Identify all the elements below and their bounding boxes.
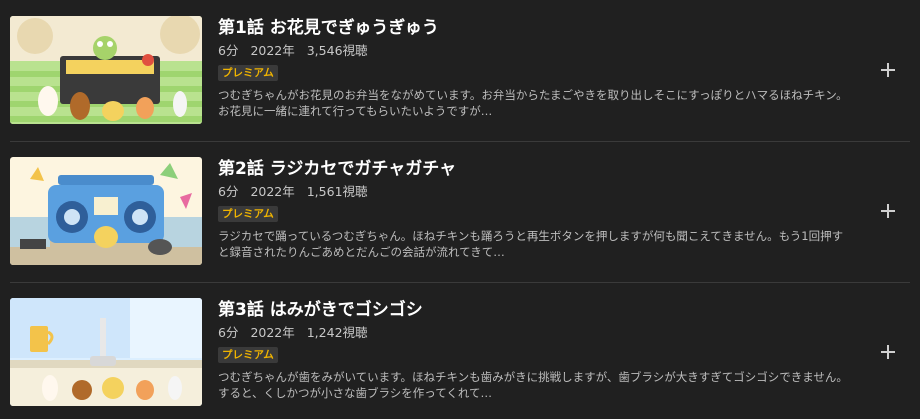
episode-description: ラジカセで踊っているつむぎちゃん。ほねチキンも踊ろうと再生ボタンを押しますが何も… <box>218 229 844 259</box>
episode-info: 第3話 はみがきでゴシゴシ 6分 2022年 1,242視聴 プレミアム つむぎ… <box>218 298 858 401</box>
divider <box>10 282 910 283</box>
premium-badge: プレミアム <box>218 347 278 363</box>
episode-meta: 6分 2022年 3,546視聴 <box>218 43 858 59</box>
plus-icon[interactable] <box>878 342 898 362</box>
thumbnail-image <box>10 298 202 406</box>
episode-description: つむぎちゃんが歯をみがいています。ほねチキンも歯みがきに挑戦しますが、歯ブラシが… <box>218 370 848 400</box>
premium-badge: プレミアム <box>218 65 278 81</box>
episode-description: つむぎちゃんがお花見のお弁当をながめています。お弁当からたまごやきを取り出しそこ… <box>218 88 848 118</box>
episode-title[interactable]: 第3話 はみがきでゴシゴシ <box>218 298 858 322</box>
episode-title[interactable]: 第1話 お花見でぎゅうぎゅう <box>218 16 858 40</box>
episode-views: 1,561視聴 <box>306 184 368 199</box>
thumbnail-image <box>10 16 202 124</box>
episode-year: 2022年 <box>250 325 295 340</box>
premium-badge: プレミアム <box>218 206 278 222</box>
thumbnail-image <box>10 157 202 265</box>
episode-year: 2022年 <box>250 184 295 199</box>
divider <box>10 141 910 142</box>
episode-meta: 6分 2022年 1,561視聴 <box>218 184 858 200</box>
episode-views: 1,242視聴 <box>306 325 368 340</box>
episode-thumbnail[interactable] <box>10 298 202 406</box>
episode-title[interactable]: 第2話 ラジカセでガチャガチャ <box>218 157 858 181</box>
episode-info: 第2話 ラジカセでガチャガチャ 6分 2022年 1,561視聴 プレミアム ラ… <box>218 157 858 260</box>
episode-item[interactable]: 第3話 はみがきでゴシゴシ 6分 2022年 1,242視聴 プレミアム つむぎ… <box>0 282 920 409</box>
plus-icon[interactable] <box>878 60 898 80</box>
episode-item[interactable]: 第2話 ラジカセでガチャガチャ 6分 2022年 1,561視聴 プレミアム ラ… <box>0 141 920 268</box>
episode-thumbnail[interactable] <box>10 157 202 265</box>
episode-duration: 6分 <box>218 325 239 340</box>
episode-views: 3,546視聴 <box>306 43 368 58</box>
episode-duration: 6分 <box>218 184 239 199</box>
episode-duration: 6分 <box>218 43 239 58</box>
episode-info: 第1話 お花見でぎゅうぎゅう 6分 2022年 3,546視聴 プレミアム つむ… <box>218 16 858 119</box>
episode-thumbnail[interactable] <box>10 16 202 124</box>
episode-meta: 6分 2022年 1,242視聴 <box>218 325 858 341</box>
episode-year: 2022年 <box>250 43 295 58</box>
plus-icon[interactable] <box>878 201 898 221</box>
episode-list: 第1話 お花見でぎゅうぎゅう 6分 2022年 3,546視聴 プレミアム つむ… <box>0 0 920 419</box>
episode-item[interactable]: 第1話 お花見でぎゅうぎゅう 6分 2022年 3,546視聴 プレミアム つむ… <box>0 0 920 127</box>
